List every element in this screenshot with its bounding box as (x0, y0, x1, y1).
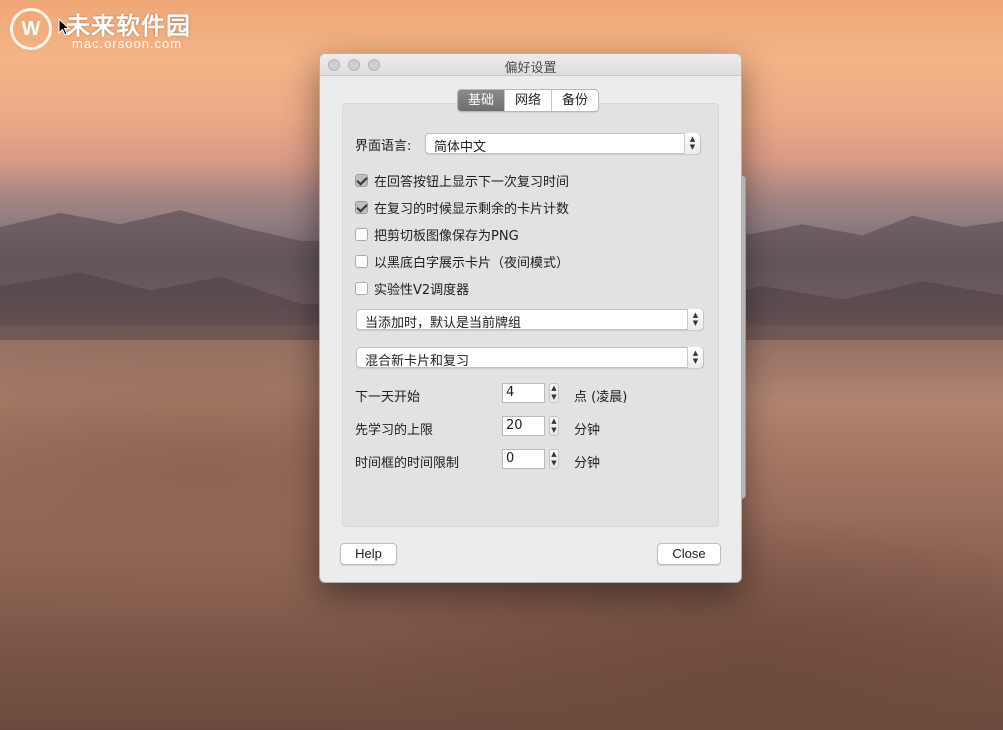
tab-backup[interactable]: 备份 (552, 90, 598, 111)
learn-ahead-limit-label: 先学习的上限 (355, 423, 434, 438)
checkbox-night-mode[interactable]: 以黑底白字展示卡片（夜间模式） (355, 253, 570, 271)
checkbox-box[interactable] (355, 281, 368, 295)
checkbox-label: 在复习的时候显示剩余的卡片计数 (374, 201, 570, 217)
learn-ahead-limit-input[interactable]: 20 (502, 416, 545, 436)
tab-panel: 界面语言: 简体中文 ▲ ▼ 在回答按钮上显示下一次复习时间 在复习的时候显示剩余… (342, 103, 719, 527)
stepper-arrows-icon[interactable]: ▲ ▼ (549, 383, 559, 403)
checkbox-label: 实验性V2调度器 (374, 282, 470, 298)
updown-chevron-icon: ▲ ▼ (687, 309, 703, 330)
mouse-pointer-icon (58, 18, 70, 36)
next-day-starts-label: 下一天开始 (355, 390, 421, 405)
tab-network[interactable]: 网络 (505, 90, 553, 111)
checkbox-label: 以黑底白字展示卡片（夜间模式） (374, 255, 570, 271)
add-default-deck-value: 当添加时，默认是当前牌组 (365, 316, 522, 331)
review-order-value: 混合新卡片和复习 (365, 354, 470, 369)
help-button[interactable]: Help (340, 543, 397, 565)
learn-ahead-limit-unit: 分钟 (574, 423, 601, 438)
tab-basic[interactable]: 基础 (458, 90, 506, 111)
stepper-arrows-icon[interactable]: ▲ ▼ (549, 416, 559, 436)
checkbox-show-remaining-count[interactable]: 在复习的时候显示剩余的卡片计数 (355, 199, 570, 217)
watermark-url: mac.orsoon.com (72, 36, 183, 51)
language-select[interactable]: 简体中文 ▲ ▼ (425, 133, 701, 155)
review-order-select[interactable]: 混合新卡片和复习 ▲ ▼ (356, 347, 704, 369)
checkbox-box[interactable] (355, 254, 368, 268)
updown-chevron-icon: ▲ ▼ (687, 347, 703, 368)
checkbox-paste-png[interactable]: 把剪切板图像保存为PNG (355, 226, 519, 244)
checkbox-box[interactable] (355, 200, 368, 214)
titlebar: 偏好设置 (320, 54, 741, 76)
updown-chevron-icon: ▲ ▼ (684, 133, 700, 154)
close-button[interactable]: Close (657, 543, 721, 565)
add-default-deck-select[interactable]: 当添加时，默认是当前牌组 ▲ ▼ (356, 309, 704, 331)
timebox-limit-unit: 分钟 (574, 456, 601, 471)
stepper-arrows-icon[interactable]: ▲ ▼ (549, 449, 559, 469)
checkbox-box[interactable] (355, 227, 368, 241)
watermark-logo: W (10, 8, 52, 50)
checkbox-box[interactable] (355, 173, 368, 187)
checkbox-label: 在回答按钮上显示下一次复习时间 (374, 174, 570, 190)
timebox-limit-input[interactable]: 0 (502, 449, 545, 469)
window-title: 偏好设置 (504, 61, 557, 76)
language-select-value: 简体中文 (434, 140, 487, 155)
checkbox-v2-scheduler[interactable]: 实验性V2调度器 (355, 280, 470, 298)
timebox-limit-label: 时间框的时间限制 (355, 456, 460, 471)
next-day-starts-input[interactable]: 4 (502, 383, 545, 403)
preferences-window: 偏好设置 界面语言: 简体中文 ▲ ▼ 在回答按钮上显示下一次复习时间 在复习的时… (319, 53, 742, 583)
checkbox-show-next-review-time[interactable]: 在回答按钮上显示下一次复习时间 (355, 172, 570, 190)
language-label: 界面语言: (355, 139, 412, 154)
next-day-starts-unit: 点 (凌晨) (574, 390, 628, 405)
preferences-tabs: 基础 网络 备份 (457, 89, 600, 112)
checkbox-label: 把剪切板图像保存为PNG (374, 228, 519, 244)
watermark: W 未来软件园 mac.orsoon.com (8, 4, 218, 52)
